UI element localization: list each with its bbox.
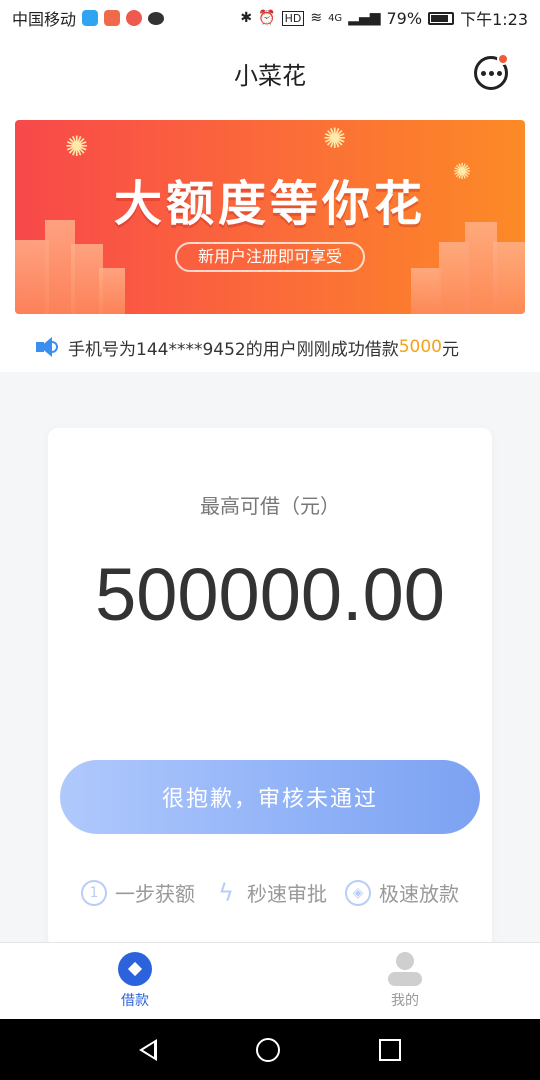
wifi-icon: ≋ (310, 10, 323, 26)
loan-icon (118, 952, 152, 986)
feature-list: 1 一步获额 ϟ 秒速审批 ◈ 极速放款 (48, 878, 492, 907)
limit-value: 500000.00 (95, 553, 445, 636)
building-decoration (99, 268, 125, 314)
hd-icon: HD (281, 10, 305, 26)
loan-limit-card: 最高可借（元） 500000.00 很抱歉，审核未通过 1 一步获额 ϟ 秒速审… (48, 428, 492, 948)
signal-icon: ▂▄▆ (348, 10, 381, 26)
back-icon[interactable] (139, 1038, 158, 1061)
promo-banner[interactable]: ✺ ✺ ✺ 大额度等你花 新用户注册即可享受 (15, 120, 525, 314)
bluetooth-icon: ✱ (240, 10, 253, 26)
announcement-unit: 元 (441, 339, 459, 360)
alarm-icon: ⏰ (258, 10, 276, 26)
lightning-icon: ϟ (218, 878, 234, 907)
recent-apps-icon[interactable] (378, 1038, 401, 1061)
carrier-label: 中国移动 (12, 10, 77, 29)
dot (480, 70, 486, 76)
bottom-tab-bar: 借款 我的 (0, 942, 540, 1019)
announcement-marquee: 手机号为144****9452的用户刚刚成功借款 5000 元 (0, 322, 540, 372)
status-bar: 中国移动 ✱ ⏰ HD ≋ 4G ▂▄▆ 79% 下午1:23 (0, 0, 540, 36)
building-decoration (493, 242, 525, 314)
firework-icon: ✺ (65, 130, 89, 163)
tab-loan[interactable]: 借款 (0, 943, 270, 1019)
clock: 下午1:23 (460, 10, 528, 29)
coin-icon: ◈ (345, 879, 371, 906)
feature-item: 1 一步获额 (81, 878, 195, 907)
announcement-text: 手机号为144****9452的用户刚刚成功借款 (68, 339, 399, 360)
notification-badge (497, 53, 509, 65)
app-header: 小菜花 (0, 36, 540, 110)
page-title: 小菜花 (234, 62, 306, 90)
feature-item: ϟ 秒速审批 (213, 878, 327, 907)
feature-item: ◈ 极速放款 (345, 878, 459, 907)
review-status-button[interactable]: 很抱歉，审核未通过 (60, 760, 480, 834)
app-notification-icon (126, 10, 143, 26)
network-type-label: 4G (328, 12, 343, 24)
battery-percent: 79% (386, 8, 423, 28)
number-one-icon: 1 (81, 879, 107, 906)
battery-icon (428, 11, 455, 25)
tab-label: 我的 (391, 993, 419, 1009)
system-nav-bar (0, 1019, 540, 1080)
app-notification-icon (104, 10, 121, 26)
speaker-icon (36, 336, 60, 358)
feature-label: 一步获额 (115, 882, 195, 906)
building-decoration (411, 268, 441, 314)
firework-icon: ✺ (323, 122, 347, 155)
banner-section: ✺ ✺ ✺ 大额度等你花 新用户注册即可享受 (0, 110, 540, 322)
banner-headline: 大额度等你花 (113, 176, 426, 232)
user-icon (388, 952, 422, 986)
tab-label: 借款 (121, 993, 149, 1009)
tab-me[interactable]: 我的 (270, 943, 540, 1019)
announcement-amount: 5000 (398, 337, 442, 357)
feature-label: 秒速审批 (247, 882, 327, 906)
feature-label: 极速放款 (379, 882, 459, 906)
home-icon[interactable] (255, 1037, 280, 1062)
chat-notification-icon (148, 11, 165, 25)
limit-label: 最高可借（元） (200, 494, 340, 518)
banner-subline: 新用户注册即可享受 (175, 242, 365, 272)
dot (496, 70, 502, 76)
dot (488, 70, 494, 76)
shield-app-icon (82, 10, 99, 26)
message-button[interactable] (474, 53, 509, 90)
building-decoration (15, 240, 49, 314)
